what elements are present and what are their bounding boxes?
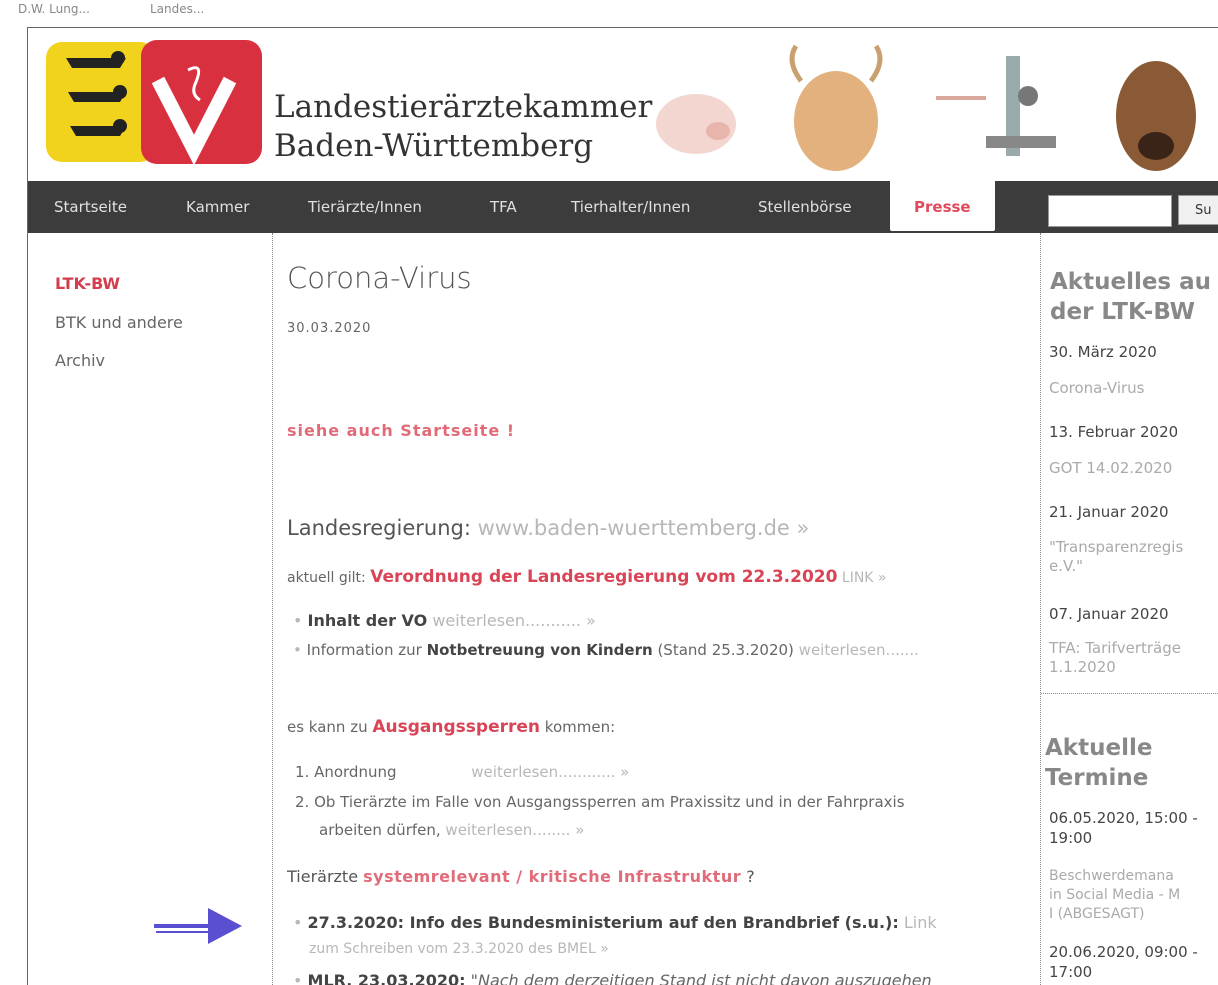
systemrelevant-link[interactable]: systemrelevant / kritische Infrastruktur — [363, 867, 741, 886]
ol2-text: 2. Ob Tierärzte im Falle von Ausgangsspe… — [295, 793, 905, 811]
news-link[interactable]: Corona-Virus — [1049, 379, 1145, 398]
term-link-line3[interactable]: I (ABGESAGT) — [1049, 905, 1145, 924]
current-prefix: aktuell gilt: — [287, 570, 366, 586]
nav-stellenboerse[interactable]: Stellenbörse — [758, 181, 852, 233]
current-link-suffix[interactable]: LINK » — [842, 570, 887, 586]
term-date: 20.06.2020, 09:00 - — [1049, 943, 1198, 961]
gov-line: Landesregierung: www.baden-wuerttemberg.… — [287, 516, 809, 540]
nav-tieraerzte[interactable]: Tierärzte/Innen — [308, 181, 422, 233]
info-bmel-link-line2[interactable]: zum Schreiben vom 23.3.2020 des BMEL » — [309, 941, 609, 957]
sidebar: LTK-BW BTK und andere Archiv — [28, 233, 273, 985]
article-date: 30.03.2020 — [287, 321, 372, 336]
divider — [1041, 693, 1218, 694]
current-line: aktuell gilt: Verordnung der Landesregie… — [287, 567, 887, 587]
ol1-text: 1. Anordnung — [295, 763, 397, 781]
news-heading-2: der LTK-BW — [1050, 299, 1195, 325]
news-link[interactable]: GOT 14.02.2020 — [1049, 459, 1172, 478]
ol2-text-2: arbeiten dürfen, — [319, 821, 441, 839]
term-date: 06.05.2020, 15:00 - — [1049, 809, 1198, 827]
nav-presse[interactable]: Presse — [890, 181, 995, 231]
site-header: Landestierärztekammer Baden-Württemberg — [28, 28, 1218, 182]
info-bmel-link[interactable]: Link — [904, 913, 937, 932]
organization-name: Landestierärztekammer Baden-Württemberg — [274, 88, 652, 166]
search-button[interactable]: Su — [1178, 195, 1218, 225]
b1-label: Inhalt der VO — [307, 611, 428, 630]
list-item: arbeiten dürfen, weiterlesen........ » — [319, 821, 584, 839]
b2-label: Notbetreuung von Kindern — [426, 641, 653, 659]
browser-fragment-mid: Landes... — [150, 2, 205, 16]
org-line-1: Landestierärztekammer — [274, 89, 653, 125]
sidebar-item-ltk-bw[interactable]: LTK-BW — [55, 274, 120, 293]
main-navigation: Startseite Kammer Tierärzte/Innen TFA Ti… — [28, 181, 1218, 233]
b1-more-link[interactable]: weiterlesen........... » — [432, 611, 596, 630]
nav-tfa[interactable]: TFA — [490, 181, 517, 233]
term-link-line2[interactable]: in Social Media - M — [1049, 886, 1180, 905]
term-link[interactable]: Beschwerdemana — [1049, 867, 1174, 886]
term-date-2: 19:00 — [1049, 829, 1093, 847]
list-item: • Inhalt der VO weiterlesen........... » — [293, 611, 596, 630]
curfew-post: kommen: — [544, 718, 616, 736]
ol2-more-link[interactable]: weiterlesen........ » — [445, 821, 584, 839]
news-heading-1: Aktuelles au — [1050, 269, 1212, 295]
news-link-line2[interactable]: e.V." — [1049, 557, 1083, 576]
list-item: • MLR, 23.03.2020: "Nach dem derzeitigen… — [293, 971, 932, 985]
curfew-link[interactable]: Ausgangssperren — [372, 717, 540, 737]
news-link[interactable]: "Transparenzregis — [1049, 538, 1183, 557]
news-date: 21. Januar 2020 — [1049, 503, 1169, 521]
page-title: Corona-Virus — [287, 261, 472, 295]
ol1-more-link[interactable]: weiterlesen............ » — [471, 763, 629, 781]
right-sidebar: Aktuelles au der LTK-BW 30. März 2020 Co… — [1040, 233, 1218, 985]
list-item: • 27.3.2020: Info des Bundesministerium … — [293, 913, 937, 932]
news-date: 07. Januar 2020 — [1049, 605, 1169, 623]
b2-post: (Stand 25.3.2020) — [657, 641, 794, 659]
list-item: 1. Anordnung weiterlesen............ » — [295, 763, 629, 781]
mlr-text: "Nach dem derzeitigen Stand ist nicht da… — [470, 971, 932, 985]
see-also-link[interactable]: siehe auch Startseite ! — [287, 421, 515, 440]
sys-post: ? — [746, 867, 755, 886]
curfew-pre: es kann zu — [287, 718, 368, 736]
sidebar-item-btk[interactable]: BTK und andere — [55, 313, 183, 332]
curfew-line: es kann zu Ausgangssperren kommen: — [287, 717, 615, 737]
nav-kammer[interactable]: Kammer — [186, 181, 249, 233]
nav-tierhalter[interactable]: Tierhalter/Innen — [571, 181, 690, 233]
org-line-2: Baden-Württemberg — [274, 128, 594, 164]
news-link-line2[interactable]: 1.1.2020 — [1049, 658, 1116, 677]
current-regulation-link[interactable]: Verordnung der Landesregierung vom 22.3.… — [370, 567, 837, 587]
info-bmel-label: 27.3.2020: Info des Bundesministerium au… — [307, 913, 899, 932]
terms-heading-2: Termine — [1045, 765, 1149, 791]
sidebar-item-archiv[interactable]: Archiv — [55, 351, 105, 370]
b2-more-link[interactable]: weiterlesen....... — [799, 641, 919, 659]
main-content: Corona-Virus 30.03.2020 siehe auch Start… — [273, 233, 1039, 985]
crest-logo[interactable] — [46, 40, 262, 164]
sys-pre: Tierärzte — [287, 867, 359, 886]
news-link[interactable]: TFA: Tarifverträge — [1049, 639, 1181, 658]
header-animal-images — [656, 44, 1196, 171]
b2-pre: Information zur — [306, 641, 422, 659]
news-date: 30. März 2020 — [1049, 343, 1157, 361]
terms-heading-1: Aktuelle — [1045, 735, 1153, 761]
page-frame: Landestierärztekammer Baden-Württemberg … — [27, 27, 1218, 985]
news-date: 13. Februar 2020 — [1049, 423, 1179, 441]
hand-drawn-arrow-icon — [154, 908, 242, 944]
search-input[interactable] — [1048, 195, 1172, 227]
systemrelevant-line: Tierärzte systemrelevant / kritische Inf… — [287, 867, 755, 886]
nav-startseite[interactable]: Startseite — [54, 181, 127, 233]
gov-link[interactable]: www.baden-wuerttemberg.de » — [478, 516, 810, 540]
list-item: • Information zur Notbetreuung von Kinde… — [293, 641, 919, 659]
browser-fragment-left: D.W. Lung... — [18, 2, 90, 16]
term-date-2: 17:00 — [1049, 963, 1093, 981]
mlr-label: MLR, 23.03.2020: — [307, 971, 466, 985]
browser-fragment: D.W. Lung... Landes... — [0, 0, 1218, 22]
gov-label: Landesregierung: — [287, 516, 471, 540]
